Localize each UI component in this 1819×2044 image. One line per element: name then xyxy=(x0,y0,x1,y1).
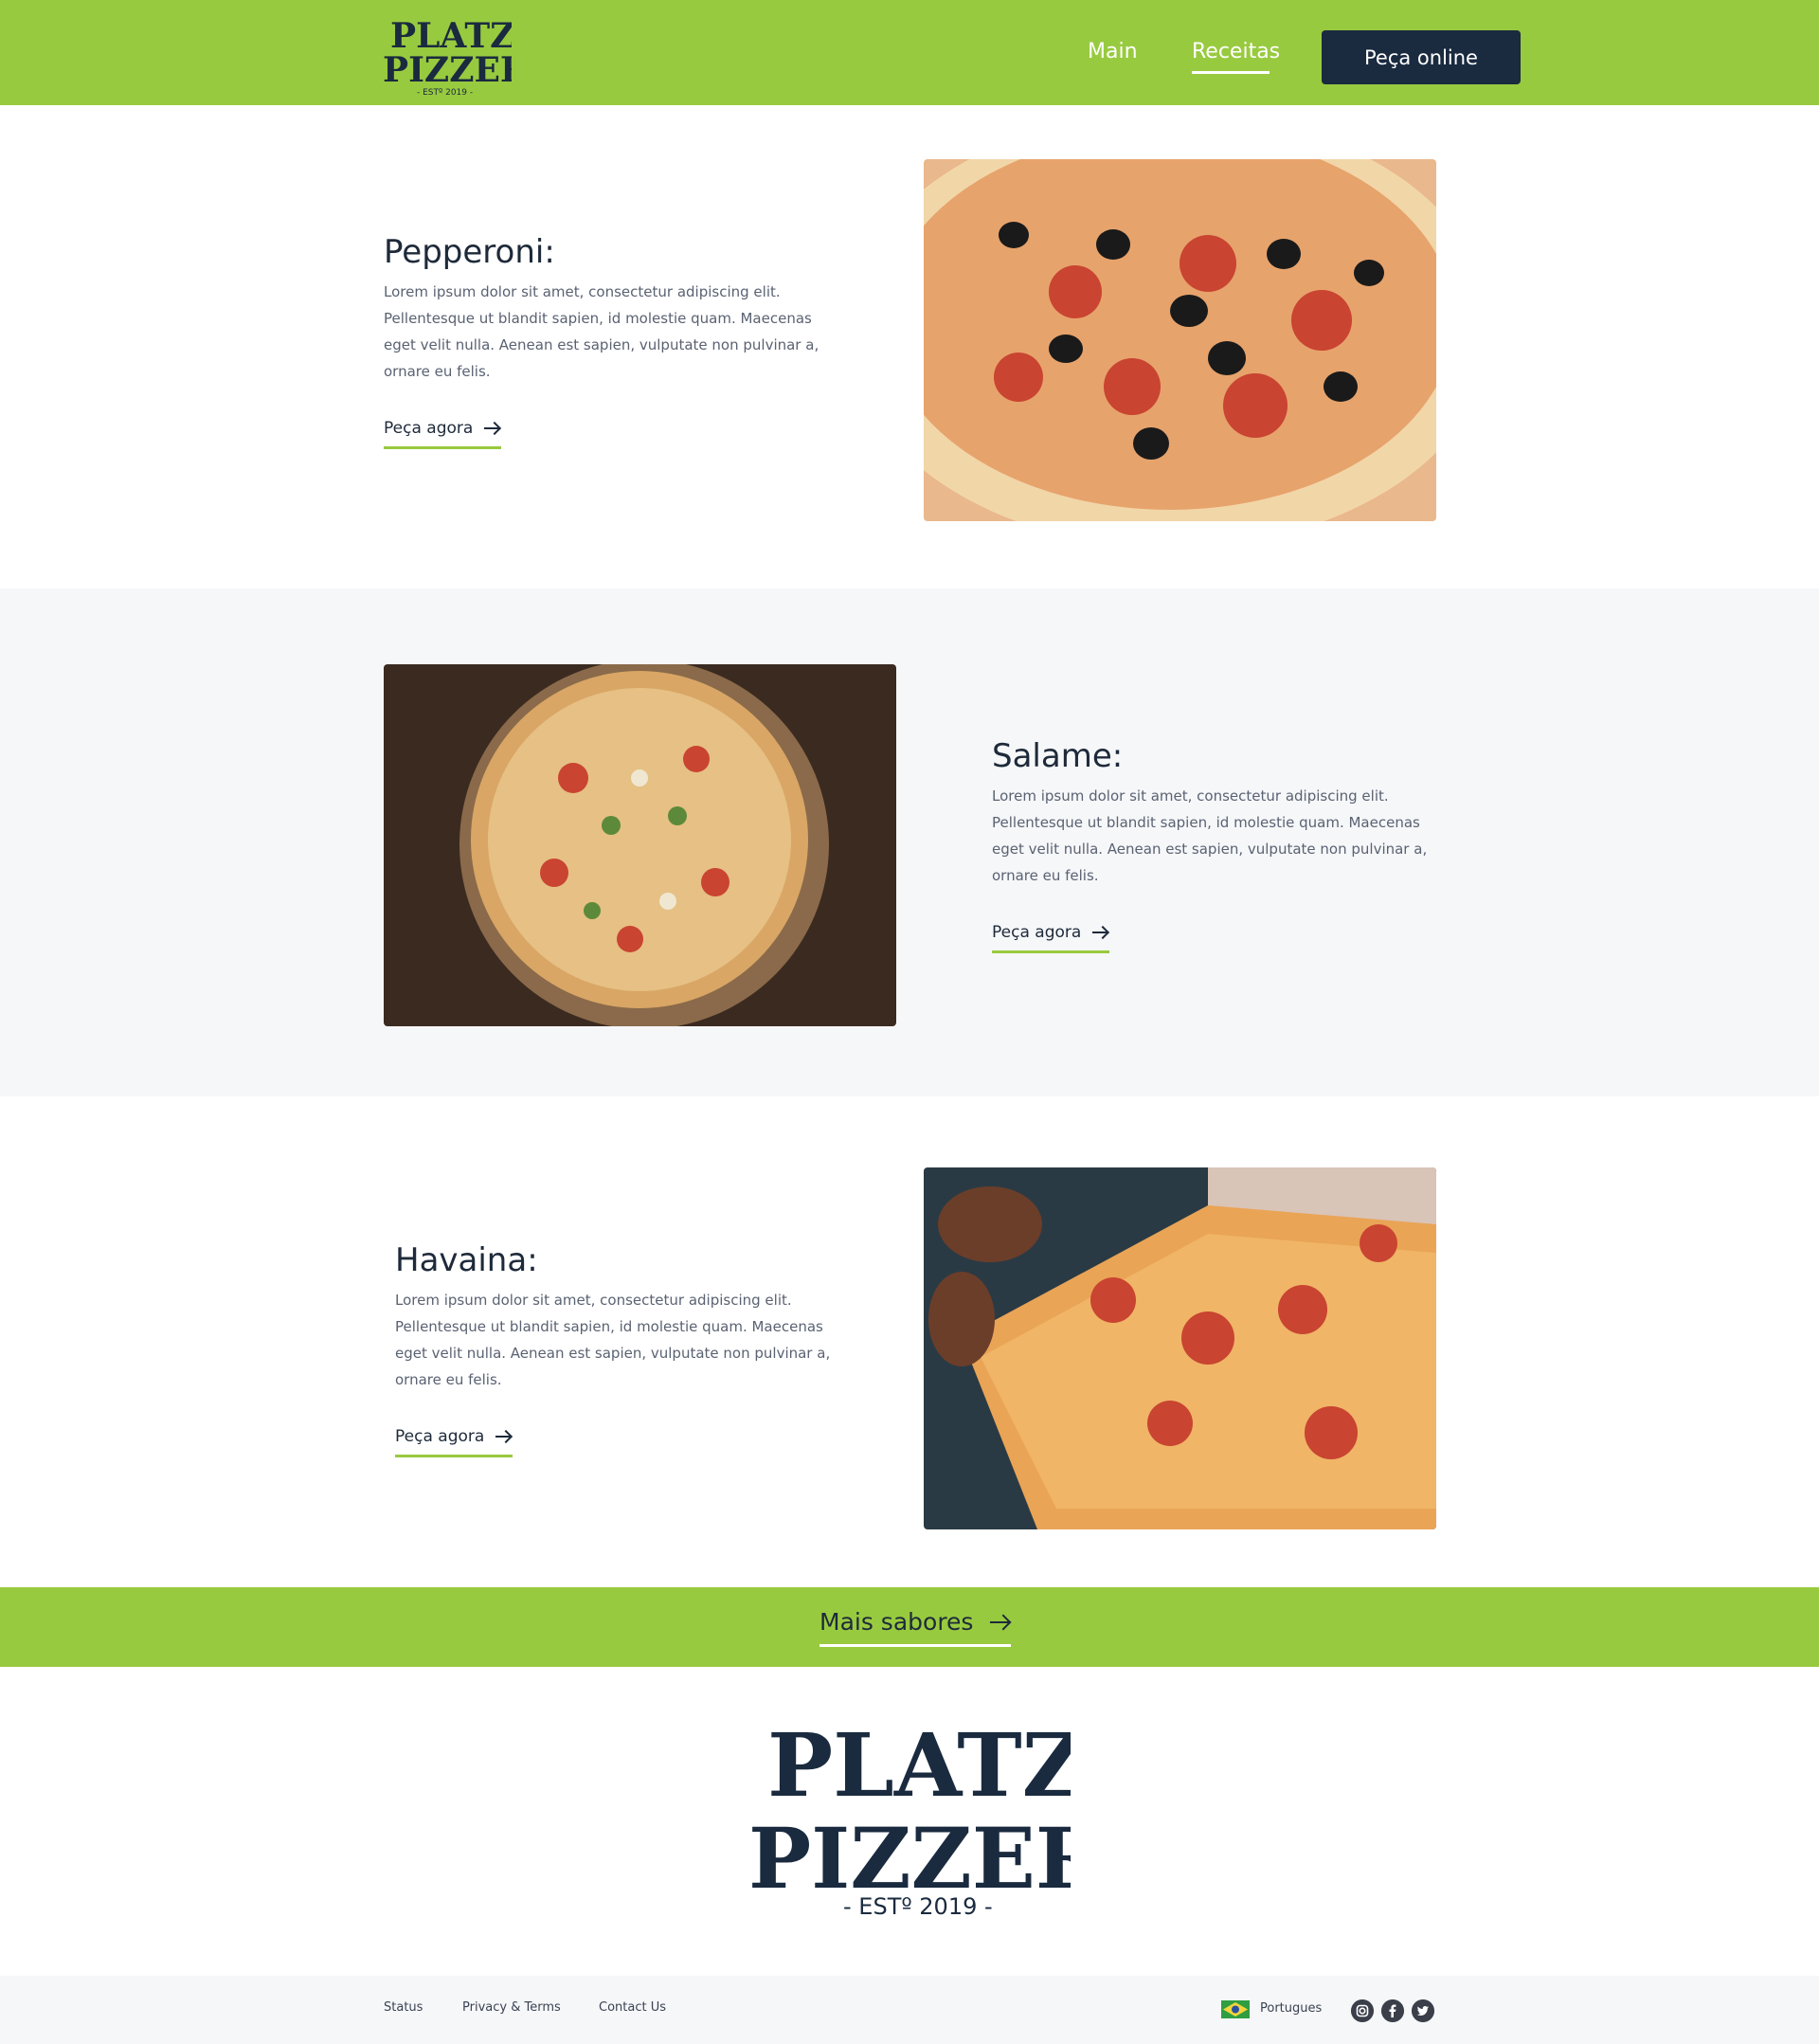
instagram-icon[interactable] xyxy=(1351,1999,1374,2022)
svg-text:- ESTº 2019 -: - ESTº 2019 - xyxy=(843,1893,993,1919)
pepperoni-pizza-photo xyxy=(924,159,1436,521)
recipe-havaina: Havaina: Lorem ipsum dolor sit amet, con… xyxy=(0,1096,1819,1587)
arrow-right-icon xyxy=(990,1616,1011,1629)
brazil-flag-icon xyxy=(1221,2000,1250,2018)
recipe-title: Pepperoni: xyxy=(384,233,555,271)
twitter-icon[interactable] xyxy=(1412,1999,1434,2022)
recipe-pepperoni: Pepperoni: Lorem ipsum dolor sit amet, c… xyxy=(0,105,1819,588)
nav-active-indicator xyxy=(1192,71,1270,74)
site-footer xyxy=(0,1976,1819,2044)
recipe-title: Havaina: xyxy=(395,1241,538,1279)
order-now-label: Peça agora xyxy=(395,1426,485,1446)
svg-text:PIZZERIA: PIZZERIA xyxy=(383,50,512,90)
footer-link-privacy[interactable]: Privacy & Terms xyxy=(462,2000,561,2015)
footer-link-status[interactable]: Status xyxy=(384,2000,423,2015)
recipe-title: Salame: xyxy=(992,737,1124,775)
more-flavors-link[interactable]: Mais sabores xyxy=(819,1603,1012,1647)
platzi-pizzeria-logo-large: PLATZI PIZZERIA - ESTº 2019 - xyxy=(748,1714,1071,1919)
svg-text:PLATZI: PLATZI xyxy=(767,1714,1071,1817)
salame-pizza-photo xyxy=(384,664,896,1026)
order-now-label: Peça agora xyxy=(384,418,474,438)
recipe-description: Lorem ipsum dolor sit amet, consectetur … xyxy=(992,787,1428,884)
havaina-pizza-photo xyxy=(924,1167,1436,1529)
arrow-right-icon xyxy=(1092,927,1109,938)
order-now-link[interactable]: Peça agora xyxy=(992,919,1110,953)
svg-text:- ESTº 2019 -: - ESTº 2019 - xyxy=(417,88,473,97)
nav-receitas[interactable]: Receitas xyxy=(1192,40,1280,63)
arrow-right-icon xyxy=(484,423,501,434)
platzi-pizzeria-logo[interactable]: PLATZI PIZZERIA - ESTº 2019 - xyxy=(381,9,512,97)
facebook-icon[interactable] xyxy=(1381,1999,1404,2022)
arrow-right-icon xyxy=(495,1431,513,1442)
language-selector[interactable]: Portugues xyxy=(1260,2001,1322,2016)
recipe-description: Lorem ipsum dolor sit amet, consectetur … xyxy=(384,283,819,380)
nav-main[interactable]: Main xyxy=(1088,40,1138,63)
footer-link-contact[interactable]: Contact Us xyxy=(599,2000,666,2015)
order-now-link[interactable]: Peça agora xyxy=(384,415,502,449)
recipe-description: Lorem ipsum dolor sit amet, consectetur … xyxy=(395,1292,831,1388)
site-header: PLATZI PIZZERIA - ESTº 2019 - Main Recei… xyxy=(0,0,1819,105)
recipe-salame: Salame: Lorem ipsum dolor sit amet, cons… xyxy=(0,588,1819,1096)
order-now-link[interactable]: Peça agora xyxy=(395,1423,513,1457)
more-flavors-label: Mais sabores xyxy=(819,1608,974,1636)
order-now-label: Peça agora xyxy=(992,922,1082,942)
order-online-button[interactable]: Peça online xyxy=(1322,30,1521,84)
